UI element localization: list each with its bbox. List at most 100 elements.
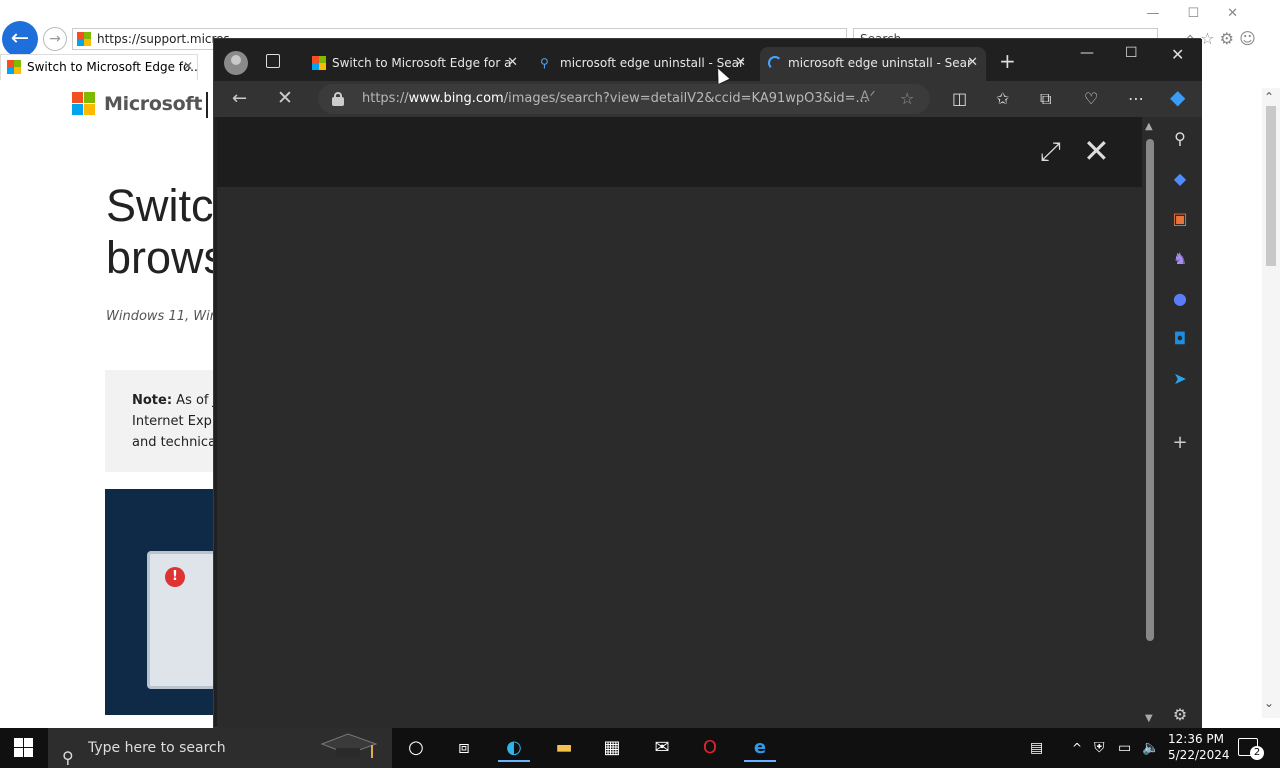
note-text-2: Internet Explo <box>132 414 224 429</box>
ie-scrollbar[interactable]: ⌃ ⌄ <box>1262 88 1280 718</box>
gear-icon[interactable]: ⚙ <box>1170 705 1190 725</box>
ie-tab-title: Switch to Microsoft Edge fo... <box>27 60 198 74</box>
microsoft-logo-icon <box>77 32 91 46</box>
browser-essentials-icon[interactable]: ♡ <box>1084 89 1098 108</box>
divider <box>206 92 208 118</box>
expand-icon[interactable]: ⤢ <box>1040 139 1061 165</box>
tab-title: microsoft edge uninstall - Sear <box>788 56 972 70</box>
address-bar[interactable]: https://www.bing.com/images/search?view=… <box>318 84 930 114</box>
edge-sidebar: ⚲ ◆ ▣ ♞ ● ◘ ➤ + ⚙ <box>1158 117 1202 729</box>
tab-title: microsoft edge uninstall - Sear <box>560 56 744 70</box>
note-text-1: As of J <box>172 393 217 408</box>
graduation-cap-icon <box>320 733 378 758</box>
clock-time: 12:36 PM <box>1168 732 1224 746</box>
microsoft-365-icon[interactable]: ● <box>1170 289 1190 309</box>
more-options-icon[interactable]: ⋯ <box>1128 89 1144 108</box>
search-icon: ⚲ <box>62 748 74 767</box>
image-viewer-header: ⤢ ✕ <box>217 117 1142 187</box>
applies-to: Windows 11, Win <box>106 309 218 324</box>
maximize-button[interactable]: ☐ <box>1125 45 1138 61</box>
tools-icon[interactable]: ▣ <box>1170 209 1190 229</box>
file-explorer-icon[interactable]: ▬ <box>548 734 580 762</box>
hero-image: ! <box>105 489 225 715</box>
edge-icon[interactable]: ◐ <box>498 734 530 762</box>
chevron-up-icon[interactable]: ^ <box>1072 728 1082 768</box>
url-prefix: https:// <box>362 91 409 106</box>
add-icon[interactable]: + <box>1170 433 1190 453</box>
store-icon[interactable]: ▦ <box>596 734 628 762</box>
favorites-icon[interactable]: ✩ <box>996 89 1009 108</box>
search-icon[interactable]: ⚲ <box>1170 129 1190 149</box>
edge-toolbar: ← ✕ https://www.bing.com/images/search?v… <box>214 81 1202 117</box>
network-icon[interactable]: ▭ <box>1118 728 1131 768</box>
edge-tab-1[interactable]: Switch to Microsoft Edge for a ✕ <box>304 47 526 81</box>
split-screen-icon[interactable]: ◫ <box>952 89 967 108</box>
scroll-up-icon[interactable]: ⌃ <box>1264 90 1274 104</box>
stop-loading-icon[interactable]: ✕ <box>277 87 293 109</box>
games-icon[interactable]: ♞ <box>1170 249 1190 269</box>
close-icon[interactable]: ✕ <box>1083 135 1110 167</box>
copilot-icon[interactable]: ◆ <box>1170 85 1185 109</box>
edge-window: Switch to Microsoft Edge for a ✕ ⚲ micro… <box>213 38 1202 729</box>
forward-arrow-icon[interactable]: → <box>43 27 67 51</box>
microsoft-logo-icon <box>312 56 326 70</box>
profile-avatar-icon[interactable] <box>224 51 248 75</box>
edge-tab-3-active[interactable]: microsoft edge uninstall - Sear ✕ <box>760 47 986 81</box>
windows-start-icon[interactable] <box>14 738 34 758</box>
window-close-button[interactable]: ✕ <box>1171 45 1184 64</box>
favorite-star-icon[interactable]: ☆ <box>900 89 914 108</box>
close-icon[interactable]: ✕ <box>183 59 193 73</box>
note-label: Note: <box>132 393 173 408</box>
mail-icon[interactable]: ✉ <box>646 734 678 762</box>
taskbar: ⚲ Type here to search ○ ⧈ ◐ ▬ ▦ ✉ O e ▤ … <box>0 728 1280 768</box>
ie-url-text: https://support.micros <box>97 32 230 46</box>
search-icon: ⚲ <box>540 56 549 70</box>
task-view-icon[interactable]: ⧈ <box>448 734 480 762</box>
close-icon[interactable]: ✕ <box>967 47 978 79</box>
notification-badge: 2 <box>1250 746 1264 760</box>
ie-window-controls[interactable]: —☐✕ <box>1146 6 1266 21</box>
lock-icon[interactable] <box>332 92 344 106</box>
url-domain: www.bing.com <box>408 91 504 106</box>
close-icon[interactable]: ✕ <box>507 47 518 79</box>
microsoft-logo-icon <box>7 60 21 74</box>
opera-icon[interactable]: O <box>694 734 726 762</box>
read-aloud-icon[interactable]: Aᐟ <box>860 89 876 105</box>
drop-icon[interactable]: ➤ <box>1170 369 1190 389</box>
alert-icon: ! <box>165 567 185 587</box>
edge-tab-bar: Switch to Microsoft Edge for a ✕ ⚲ micro… <box>214 39 1202 81</box>
edge-scrollbar[interactable]: ▲ ▼ <box>1142 117 1158 729</box>
shopping-icon[interactable]: ◆ <box>1170 169 1190 189</box>
cortana-icon[interactable]: ○ <box>400 734 432 762</box>
scroll-down-icon[interactable]: ⌄ <box>1264 696 1274 710</box>
outlook-icon[interactable]: ◘ <box>1170 329 1190 349</box>
clock-date: 5/22/2024 <box>1168 748 1230 762</box>
tab-actions-icon[interactable] <box>266 54 280 68</box>
scroll-up-icon[interactable]: ▲ <box>1145 121 1153 132</box>
volume-muted-icon[interactable]: 🔈 <box>1142 728 1159 768</box>
news-icon[interactable]: ▤ <box>1030 728 1043 768</box>
taskbar-search-placeholder: Type here to search <box>88 740 226 756</box>
loading-spinner-icon <box>768 56 782 70</box>
scroll-thumb[interactable] <box>1266 106 1276 266</box>
collections-icon[interactable]: ⧉ <box>1040 89 1051 109</box>
back-arrow-icon[interactable]: ← <box>2 21 38 57</box>
tab-title: Switch to Microsoft Edge for a <box>332 56 512 70</box>
minimize-button[interactable]: — <box>1080 45 1094 61</box>
close-icon[interactable]: ✕ <box>735 47 746 79</box>
scroll-thumb[interactable] <box>1146 139 1154 641</box>
security-icon[interactable]: ⛨ <box>1094 728 1105 768</box>
internet-explorer-icon[interactable]: e <box>744 734 776 762</box>
brand-name: Microsoft <box>104 93 203 115</box>
microsoft-logo[interactable]: Microsoft <box>72 92 202 116</box>
microsoft-logo-icon <box>72 92 96 116</box>
ie-tab-support[interactable]: Switch to Microsoft Edge fo... <box>0 54 198 80</box>
image-viewer: ⤢ ✕ <box>217 117 1142 729</box>
url-path: /images/search?view=detailV2&ccid=KA91wp… <box>503 91 868 106</box>
note-text-3: and technical <box>132 435 220 450</box>
clock[interactable]: 12:36 PM 5/22/2024 <box>1168 731 1230 763</box>
scroll-down-icon[interactable]: ▼ <box>1145 713 1153 724</box>
new-tab-button[interactable]: + <box>999 49 1016 73</box>
back-arrow-icon[interactable]: ← <box>232 88 247 109</box>
note-box: Note: As of J Internet Explo and technic… <box>105 370 225 472</box>
